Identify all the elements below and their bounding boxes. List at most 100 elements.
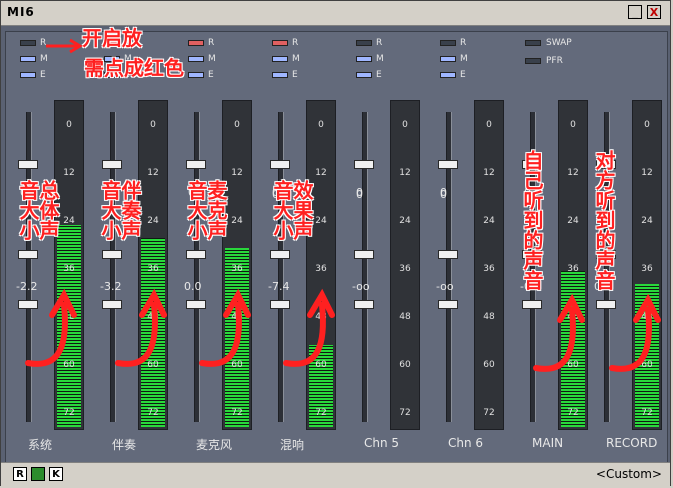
meter-tick-label: 24 xyxy=(315,216,327,226)
annotation-ch1: 总体声音大小 xyxy=(16,180,60,240)
db-readout: -oo xyxy=(352,280,370,293)
meter-tick-label: 24 xyxy=(231,216,243,226)
fader-knob[interactable] xyxy=(186,250,206,259)
meter-tick-label: 48 xyxy=(483,312,495,322)
m-label: M xyxy=(460,54,468,64)
fader-knob[interactable] xyxy=(438,300,458,309)
meter-tick-label: 48 xyxy=(399,312,411,322)
r-label: R xyxy=(208,38,215,48)
m-label: M xyxy=(376,54,384,64)
power-led-button[interactable] xyxy=(31,467,45,481)
meter-tick-label: 24 xyxy=(399,216,411,226)
channel-name: 系统 xyxy=(28,438,53,452)
e-led[interactable] xyxy=(20,72,36,78)
window-title: MI6 xyxy=(7,5,35,19)
fader-knob[interactable] xyxy=(18,160,38,169)
m-led[interactable] xyxy=(440,56,456,62)
curl-arrow-icon xyxy=(25,288,77,367)
channel-strip: R M E 0 0 -oo 0 12 24 36 48 60 72 Chn 5 xyxy=(350,32,430,464)
k-toggle-button[interactable]: K xyxy=(49,467,63,481)
meter-tick-label: 24 xyxy=(147,216,159,226)
r-led[interactable] xyxy=(272,40,288,46)
fader-knob[interactable] xyxy=(354,300,374,309)
m-led[interactable] xyxy=(272,56,288,62)
m-led[interactable] xyxy=(20,56,36,62)
r-led[interactable] xyxy=(356,40,372,46)
r-label: R xyxy=(376,38,383,48)
meter-tick-label: 12 xyxy=(231,168,243,178)
level-meter: 0 12 24 36 48 60 72 xyxy=(558,100,588,430)
e-led[interactable] xyxy=(440,72,456,78)
fader-knob[interactable] xyxy=(102,250,122,259)
e-label: E xyxy=(208,70,214,80)
fader-track[interactable] xyxy=(362,112,368,422)
r-label: R xyxy=(292,38,299,48)
e-label: E xyxy=(460,70,466,80)
fader-knob[interactable] xyxy=(186,160,206,169)
db-readout-mid: 0 xyxy=(440,188,447,201)
fader-track[interactable] xyxy=(26,112,32,422)
channel-name: Chn 5 xyxy=(364,436,400,450)
annotation-record: 对方听到的声音 xyxy=(592,150,616,290)
r-led[interactable] xyxy=(188,40,204,46)
channel-name: RECORD xyxy=(606,436,658,450)
meter-tick-label: 24 xyxy=(63,216,75,226)
fader-knob[interactable] xyxy=(438,250,458,259)
fader-knob[interactable] xyxy=(102,160,122,169)
title-bar[interactable]: MI6 _ X xyxy=(1,1,670,26)
fader-knob[interactable] xyxy=(354,160,374,169)
meter-tick-label: 12 xyxy=(641,168,653,178)
meter-tick-label: 36 xyxy=(641,264,653,274)
fader-track[interactable] xyxy=(194,112,200,422)
arrow-icon xyxy=(46,38,83,54)
db-readout: -oo xyxy=(436,280,454,293)
fader-knob[interactable] xyxy=(438,160,458,169)
m-led[interactable] xyxy=(188,56,204,62)
meter-tick-label: 12 xyxy=(63,168,75,178)
channel-name: 混响 xyxy=(280,438,305,452)
close-button[interactable]: X xyxy=(647,5,661,19)
record-toggle-button[interactable]: R xyxy=(13,467,27,481)
m-led[interactable] xyxy=(356,56,372,62)
channel-name: 麦克风 xyxy=(196,438,233,452)
fader-track[interactable] xyxy=(278,112,284,422)
level-meter: 0 12 24 36 48 60 72 xyxy=(632,100,662,430)
fader-knob[interactable] xyxy=(18,250,38,259)
meter-tick-label: 12 xyxy=(483,168,495,178)
fader-track[interactable] xyxy=(446,112,452,422)
minimize-button[interactable]: _ xyxy=(628,5,642,19)
meter-tick-label: 72 xyxy=(641,408,653,418)
meter-tick-label: 12 xyxy=(399,168,411,178)
annotation-ch2: 伴奏声音大小 xyxy=(98,180,142,240)
meter-tick-label: 72 xyxy=(567,408,579,418)
meter-tick-label: 72 xyxy=(483,408,495,418)
meter-tick-label: 24 xyxy=(641,216,653,226)
fader-knob[interactable] xyxy=(270,160,290,169)
e-led[interactable] xyxy=(356,72,372,78)
meter-tick-label: 12 xyxy=(147,168,159,178)
annotation-ch3: 麦克声音大小 xyxy=(184,180,228,240)
fader-track[interactable] xyxy=(110,112,116,422)
curl-arrow-icon xyxy=(115,288,167,367)
r-led[interactable] xyxy=(440,40,456,46)
db-readout-mid: 0 xyxy=(356,188,363,201)
e-led[interactable] xyxy=(272,72,288,78)
meter-tick-label: 72 xyxy=(63,408,75,418)
level-meter: 0 12 24 36 48 60 72 xyxy=(390,100,420,430)
preset-label[interactable]: <Custom> xyxy=(596,467,662,481)
r-led[interactable] xyxy=(20,40,36,46)
meter-tick-label: 60 xyxy=(483,360,495,370)
annotation-top-1: 开启放 xyxy=(82,26,142,50)
meter-tick-label: 24 xyxy=(483,216,495,226)
level-meter: 0 12 24 36 48 60 72 xyxy=(54,100,84,430)
meter-tick-label: 36 xyxy=(147,264,159,274)
meter-tick-label: 0 xyxy=(402,120,408,130)
status-bar: R K <Custom> xyxy=(1,462,670,486)
fader-knob[interactable] xyxy=(354,250,374,259)
annotation-top-2: 需点成红色 xyxy=(84,56,184,80)
fader-knob[interactable] xyxy=(270,250,290,259)
meter-tick-label: 0 xyxy=(486,120,492,130)
e-led[interactable] xyxy=(188,72,204,78)
meter-tick-label: 0 xyxy=(234,120,240,130)
meter-tick-label: 0 xyxy=(66,120,72,130)
